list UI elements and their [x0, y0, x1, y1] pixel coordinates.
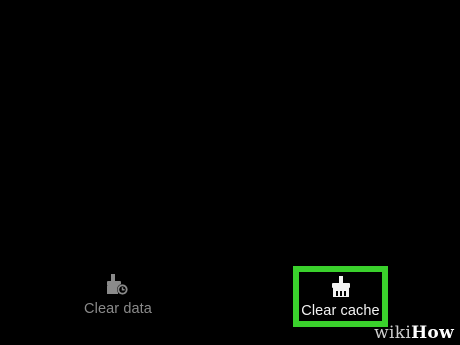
clear-cache-label: Clear cache [301, 303, 380, 319]
app-screen: Clear data Clear cache wikiHow [0, 0, 460, 345]
watermark-wiki: wiki [374, 323, 412, 343]
clear-cache-button[interactable]: Clear cache [293, 266, 388, 327]
clear-data-button[interactable]: Clear data [76, 272, 160, 317]
broom-icon [331, 276, 350, 297]
broom-clock-icon [107, 274, 128, 295]
wikihow-watermark: wikiHow [374, 323, 454, 343]
clear-data-label: Clear data [84, 301, 152, 317]
watermark-how: How [411, 323, 454, 343]
